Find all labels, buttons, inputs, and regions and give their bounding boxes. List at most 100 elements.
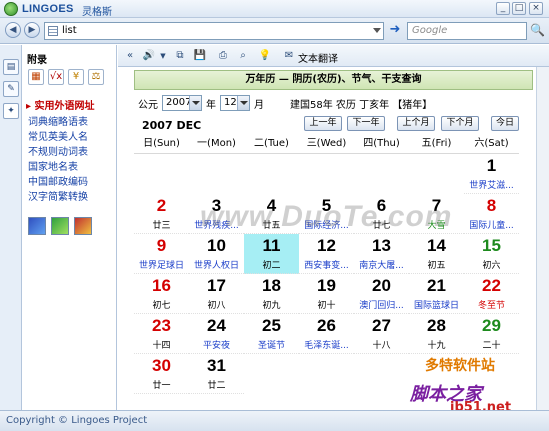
month-value: 12 (224, 97, 237, 108)
dictionary-tab-icon[interactable]: ▤ (3, 59, 19, 75)
speaker-icon[interactable]: 🔊 (142, 49, 156, 63)
calendar-day[interactable]: 13 南京大屠... (354, 234, 409, 274)
year-select[interactable]: 2007 (162, 95, 202, 111)
game-app-icon[interactable] (28, 217, 46, 235)
chevron-down-icon[interactable] (189, 96, 201, 110)
calendar-day[interactable]: 15 初六 (464, 234, 519, 274)
sidebar-item-abbreviations[interactable]: 词典缩略语表 (28, 115, 116, 130)
sidebar-tools: ▦ √x ¥ ⚖ (28, 69, 108, 85)
prev-month-button[interactable]: 上个月 (397, 116, 435, 131)
day-subtitle: 国际儿童... (469, 221, 514, 231)
day-subtitle: 圣诞节 (257, 341, 285, 351)
app-brand: LINGOES (22, 3, 74, 15)
weekday-label: 六(Sat) (474, 138, 509, 149)
month-select[interactable]: 12 (220, 95, 250, 111)
weekday-label: 一(Mon) (197, 138, 236, 149)
forward-arrow-icon[interactable]: ▶ (24, 22, 40, 38)
day-subtitle: 南京大屠... (359, 261, 404, 271)
calendar-day[interactable]: 1 世界艾滋... (464, 154, 519, 194)
math-tool-icon[interactable]: √x (48, 69, 64, 85)
calendar-day[interactable]: 28 十九 (409, 314, 464, 354)
calendar-day[interactable]: 25 圣诞节 (244, 314, 299, 354)
calendar-day[interactable]: 20 澳门回归... (354, 274, 409, 314)
day-number: 30 (152, 356, 171, 375)
search-input[interactable]: Google (407, 22, 527, 40)
chevron-down-icon[interactable] (373, 28, 381, 33)
calendar-day-today[interactable]: 11 初二 (244, 234, 299, 274)
calendar-day[interactable]: 27 十八 (354, 314, 409, 354)
address-input[interactable]: list (44, 22, 384, 40)
frog-app-icon[interactable] (51, 217, 69, 235)
address-bar: ◀ ▶ list ➜ Google 🔍 (0, 18, 549, 44)
copy-icon[interactable]: ⧉ (173, 49, 187, 63)
sidebar-item-place-names[interactable]: 国家地名表 (28, 160, 116, 175)
currency-tool-icon[interactable]: ¥ (68, 69, 84, 85)
calendar-day[interactable]: 30 廿一 (134, 354, 189, 394)
next-year-button[interactable]: 下一年 (347, 116, 385, 131)
translate-tab-icon[interactable]: ✎ (3, 81, 19, 97)
today-button[interactable]: 今日 (491, 116, 519, 131)
day-subtitle: 西安事变... (304, 261, 349, 271)
day-subtitle: 廿二 (207, 381, 226, 391)
calendar-day[interactable]: 19 初十 (299, 274, 354, 314)
calendar-day[interactable]: 9 世界足球日 (134, 234, 189, 274)
save-icon[interactable]: 💾 (193, 49, 207, 63)
calendar-day[interactable]: 26 毛泽东诞... (299, 314, 354, 354)
translate-label[interactable]: 文本翻译 (298, 50, 338, 65)
lightbulb-icon[interactable]: 💡 (258, 49, 272, 63)
calendar-day[interactable]: 31 廿二 (189, 354, 244, 394)
day-number: 25 (262, 316, 281, 335)
sidebar-item-postal-codes[interactable]: 中国邮政编码 (28, 175, 116, 190)
back-arrow-icon[interactable]: ◀ (5, 22, 21, 38)
minimize-button[interactable]: _ (496, 2, 510, 15)
day-number: 29 (482, 316, 501, 335)
find-icon[interactable]: ⌕ (236, 49, 250, 63)
calendar-header: 万年历 — 阴历(农历)、节气、干支查询 (134, 70, 533, 90)
sidebar-item-label: 实用外语网址 (34, 101, 95, 112)
day-number: 14 (427, 236, 446, 255)
sidebar-item-char-convert[interactable]: 汉字简繁转换 (28, 190, 116, 205)
calendar-day[interactable]: 22 冬至节 (464, 274, 519, 314)
calendar-day[interactable]: 24 平安夜 (189, 314, 244, 354)
calendar-day[interactable]: 10 世界人权日 (189, 234, 244, 274)
print-icon[interactable]: ⎙ (216, 49, 230, 63)
calendar-day[interactable]: 23 十四 (134, 314, 189, 354)
sidebar-item-names[interactable]: 常见英美人名 (28, 130, 116, 145)
day-subtitle: 十九 (427, 341, 446, 351)
calendar-day[interactable]: 17 初八 (189, 274, 244, 314)
day-number: 22 (482, 276, 501, 295)
appendix-tab-icon[interactable]: ✦ (3, 103, 19, 119)
calendar-day[interactable]: 2 廿三 (134, 194, 189, 234)
sidebar-item-useful-links[interactable]: ▸ 实用外语网址 (26, 97, 95, 112)
day-number: 21 (427, 276, 446, 295)
main-toolbar: « 🔊 ▼ ⧉ 💾 ⎙ ⌕ 💡 ✉ 文本翻译 (118, 45, 549, 67)
day-subtitle: 初八 (207, 301, 226, 311)
calendar-day[interactable]: 12 西安事变... (299, 234, 354, 274)
sidebar: 附录 ▦ √x ¥ ⚖ ▸ 实用外语网址 词典缩略语表 常见英美人名 不规则动词表 国… (22, 45, 117, 410)
calendar-day[interactable]: 14 初五 (409, 234, 464, 274)
sidebar-item-irregular-verbs[interactable]: 不规则动词表 (28, 145, 116, 160)
search-icon[interactable]: 🔍 (530, 23, 545, 37)
puzzle-app-icon[interactable] (74, 217, 92, 235)
translate-icon[interactable]: ✉ (282, 49, 296, 63)
weekday-label: 五(Fri) (421, 138, 452, 149)
calendar-day[interactable]: 29 二十 (464, 314, 519, 354)
vertical-scrollbar[interactable] (536, 67, 549, 410)
chevron-down-icon[interactable]: ▼ (156, 49, 170, 63)
year-suffix: 年 (206, 100, 216, 111)
calendar-day[interactable]: 8 国际儿童... (464, 194, 519, 234)
calendar-tool-icon[interactable]: ▦ (28, 69, 44, 85)
collapse-icon[interactable]: « (123, 49, 137, 63)
chevron-down-icon[interactable] (237, 96, 249, 110)
title-bar: LINGOES 灵格斯 _ □ × (0, 0, 549, 18)
calendar-day[interactable]: 21 国际篮球日 (409, 274, 464, 314)
calendar-day[interactable]: 16 初七 (134, 274, 189, 314)
prev-year-button[interactable]: 上一年 (304, 116, 342, 131)
close-button[interactable]: × (529, 2, 543, 15)
status-bar: Copyright © Lingoes Project (0, 410, 549, 431)
scale-tool-icon[interactable]: ⚖ (88, 69, 104, 85)
next-month-button[interactable]: 下个月 (441, 116, 479, 131)
maximize-button[interactable]: □ (512, 2, 526, 15)
calendar-day[interactable]: 18 初九 (244, 274, 299, 314)
go-arrow-icon[interactable]: ➜ (388, 23, 402, 37)
